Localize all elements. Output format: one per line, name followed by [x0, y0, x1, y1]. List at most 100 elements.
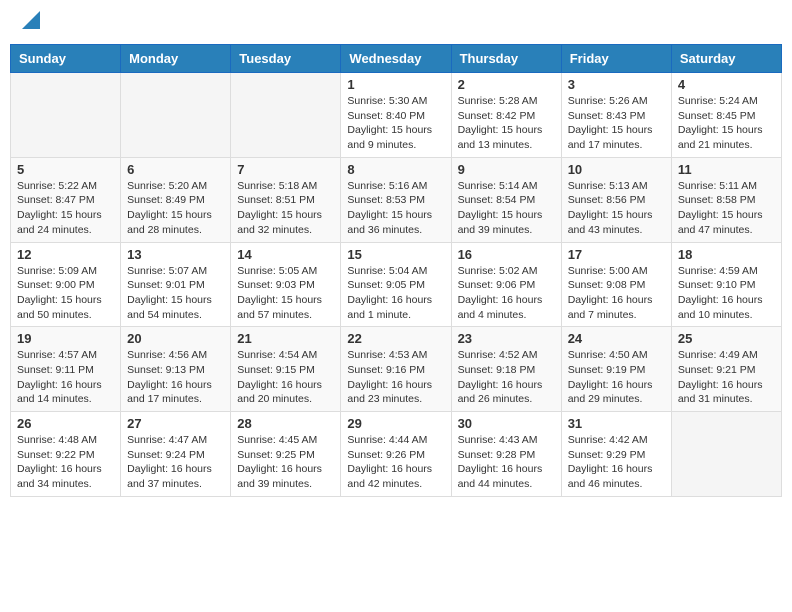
day-number: 6	[127, 162, 224, 177]
day-info: Sunrise: 4:50 AM Sunset: 9:19 PM Dayligh…	[568, 348, 665, 407]
day-info: Sunrise: 4:48 AM Sunset: 9:22 PM Dayligh…	[17, 433, 114, 492]
column-header-thursday: Thursday	[451, 45, 561, 73]
logo	[20, 15, 40, 29]
day-info: Sunrise: 5:02 AM Sunset: 9:06 PM Dayligh…	[458, 264, 555, 323]
calendar-cell: 3 Sunrise: 5:26 AM Sunset: 8:43 PM Daylig…	[561, 73, 671, 158]
day-info: Sunrise: 5:22 AM Sunset: 8:47 PM Dayligh…	[17, 179, 114, 238]
day-number: 3	[568, 77, 665, 92]
calendar-cell: 2 Sunrise: 5:28 AM Sunset: 8:42 PM Daylig…	[451, 73, 561, 158]
day-number: 24	[568, 331, 665, 346]
day-info: Sunrise: 4:57 AM Sunset: 9:11 PM Dayligh…	[17, 348, 114, 407]
day-number: 4	[678, 77, 775, 92]
day-number: 10	[568, 162, 665, 177]
calendar-week-row: 5 Sunrise: 5:22 AM Sunset: 8:47 PM Daylig…	[11, 157, 782, 242]
day-number: 27	[127, 416, 224, 431]
day-info: Sunrise: 5:04 AM Sunset: 9:05 PM Dayligh…	[347, 264, 444, 323]
day-number: 26	[17, 416, 114, 431]
day-number: 18	[678, 247, 775, 262]
day-info: Sunrise: 5:24 AM Sunset: 8:45 PM Dayligh…	[678, 94, 775, 153]
day-number: 14	[237, 247, 334, 262]
day-info: Sunrise: 5:26 AM Sunset: 8:43 PM Dayligh…	[568, 94, 665, 153]
calendar-cell	[121, 73, 231, 158]
calendar-cell: 15 Sunrise: 5:04 AM Sunset: 9:05 PM Dayli…	[341, 242, 451, 327]
calendar-cell: 9Sunrise: 5:14 AM Sunset: 8:54 PM Daylig…	[451, 157, 561, 242]
calendar-cell: 26 Sunrise: 4:48 AM Sunset: 9:22 PM Dayli…	[11, 412, 121, 497]
day-number: 20	[127, 331, 224, 346]
day-info: Sunrise: 5:28 AM Sunset: 8:42 PM Dayligh…	[458, 94, 555, 153]
day-info: Sunrise: 4:45 AM Sunset: 9:25 PM Dayligh…	[237, 433, 334, 492]
calendar-cell: 23 Sunrise: 4:52 AM Sunset: 9:18 PM Dayli…	[451, 327, 561, 412]
calendar-week-row: 1 Sunrise: 5:30 AM Sunset: 8:40 PM Daylig…	[11, 73, 782, 158]
calendar-cell: 19Sunrise: 4:57 AM Sunset: 9:11 PM Dayli…	[11, 327, 121, 412]
day-number: 1	[347, 77, 444, 92]
calendar-cell: 21Sunrise: 4:54 AM Sunset: 9:15 PM Dayli…	[231, 327, 341, 412]
day-info: Sunrise: 4:52 AM Sunset: 9:18 PM Dayligh…	[458, 348, 555, 407]
day-info: Sunrise: 4:59 AM Sunset: 9:10 PM Dayligh…	[678, 264, 775, 323]
column-header-saturday: Saturday	[671, 45, 781, 73]
calendar-cell: 10 Sunrise: 5:13 AM Sunset: 8:56 PM Dayli…	[561, 157, 671, 242]
column-header-friday: Friday	[561, 45, 671, 73]
calendar-week-row: 19Sunrise: 4:57 AM Sunset: 9:11 PM Dayli…	[11, 327, 782, 412]
day-info: Sunrise: 4:56 AM Sunset: 9:13 PM Dayligh…	[127, 348, 224, 407]
page-header	[10, 10, 782, 34]
calendar-cell: 18 Sunrise: 4:59 AM Sunset: 9:10 PM Dayli…	[671, 242, 781, 327]
calendar-cell: 11Sunrise: 5:11 AM Sunset: 8:58 PM Dayli…	[671, 157, 781, 242]
day-info: Sunrise: 5:05 AM Sunset: 9:03 PM Dayligh…	[237, 264, 334, 323]
calendar-cell: 16 Sunrise: 5:02 AM Sunset: 9:06 PM Dayli…	[451, 242, 561, 327]
day-number: 11	[678, 162, 775, 177]
day-number: 5	[17, 162, 114, 177]
day-number: 17	[568, 247, 665, 262]
day-info: Sunrise: 5:30 AM Sunset: 8:40 PM Dayligh…	[347, 94, 444, 153]
column-header-monday: Monday	[121, 45, 231, 73]
day-info: Sunrise: 4:49 AM Sunset: 9:21 PM Dayligh…	[678, 348, 775, 407]
day-number: 15	[347, 247, 444, 262]
day-info: Sunrise: 5:18 AM Sunset: 8:51 PM Dayligh…	[237, 179, 334, 238]
calendar-cell: 7 Sunrise: 5:18 AM Sunset: 8:51 PM Daylig…	[231, 157, 341, 242]
calendar-cell: 5 Sunrise: 5:22 AM Sunset: 8:47 PM Daylig…	[11, 157, 121, 242]
day-info: Sunrise: 4:54 AM Sunset: 9:15 PM Dayligh…	[237, 348, 334, 407]
day-info: Sunrise: 5:00 AM Sunset: 9:08 PM Dayligh…	[568, 264, 665, 323]
day-info: Sunrise: 5:16 AM Sunset: 8:53 PM Dayligh…	[347, 179, 444, 238]
calendar-cell: 25 Sunrise: 4:49 AM Sunset: 9:21 PM Dayli…	[671, 327, 781, 412]
calendar-cell: 22 Sunrise: 4:53 AM Sunset: 9:16 PM Dayli…	[341, 327, 451, 412]
day-info: Sunrise: 4:43 AM Sunset: 9:28 PM Dayligh…	[458, 433, 555, 492]
day-number: 23	[458, 331, 555, 346]
day-number: 31	[568, 416, 665, 431]
column-header-sunday: Sunday	[11, 45, 121, 73]
calendar-cell: 29Sunrise: 4:44 AM Sunset: 9:26 PM Dayli…	[341, 412, 451, 497]
day-info: Sunrise: 4:42 AM Sunset: 9:29 PM Dayligh…	[568, 433, 665, 492]
day-number: 7	[237, 162, 334, 177]
calendar-cell: 1 Sunrise: 5:30 AM Sunset: 8:40 PM Daylig…	[341, 73, 451, 158]
day-info: Sunrise: 5:13 AM Sunset: 8:56 PM Dayligh…	[568, 179, 665, 238]
calendar-cell	[231, 73, 341, 158]
day-info: Sunrise: 4:53 AM Sunset: 9:16 PM Dayligh…	[347, 348, 444, 407]
day-number: 25	[678, 331, 775, 346]
day-number: 30	[458, 416, 555, 431]
calendar-cell: 30 Sunrise: 4:43 AM Sunset: 9:28 PM Dayli…	[451, 412, 561, 497]
day-number: 12	[17, 247, 114, 262]
day-number: 16	[458, 247, 555, 262]
calendar-cell: 13 Sunrise: 5:07 AM Sunset: 9:01 PM Dayli…	[121, 242, 231, 327]
calendar-cell: 4 Sunrise: 5:24 AM Sunset: 8:45 PM Daylig…	[671, 73, 781, 158]
day-info: Sunrise: 5:09 AM Sunset: 9:00 PM Dayligh…	[17, 264, 114, 323]
day-info: Sunrise: 5:20 AM Sunset: 8:49 PM Dayligh…	[127, 179, 224, 238]
day-info: Sunrise: 5:07 AM Sunset: 9:01 PM Dayligh…	[127, 264, 224, 323]
calendar-cell: 8Sunrise: 5:16 AM Sunset: 8:53 PM Daylig…	[341, 157, 451, 242]
calendar-cell	[11, 73, 121, 158]
day-number: 13	[127, 247, 224, 262]
column-header-tuesday: Tuesday	[231, 45, 341, 73]
calendar-cell: 14 Sunrise: 5:05 AM Sunset: 9:03 PM Dayli…	[231, 242, 341, 327]
calendar-header-row: SundayMondayTuesdayWednesdayThursdayFrid…	[11, 45, 782, 73]
calendar-cell: 12 Sunrise: 5:09 AM Sunset: 9:00 PM Dayli…	[11, 242, 121, 327]
calendar-cell: 28 Sunrise: 4:45 AM Sunset: 9:25 PM Dayli…	[231, 412, 341, 497]
calendar-week-row: 26 Sunrise: 4:48 AM Sunset: 9:22 PM Dayli…	[11, 412, 782, 497]
day-number: 2	[458, 77, 555, 92]
calendar-cell: 6 Sunrise: 5:20 AM Sunset: 8:49 PM Daylig…	[121, 157, 231, 242]
logo-triangle-icon	[22, 11, 40, 29]
day-number: 28	[237, 416, 334, 431]
day-info: Sunrise: 4:47 AM Sunset: 9:24 PM Dayligh…	[127, 433, 224, 492]
calendar-table: SundayMondayTuesdayWednesdayThursdayFrid…	[10, 44, 782, 497]
calendar-cell: 20 Sunrise: 4:56 AM Sunset: 9:13 PM Dayli…	[121, 327, 231, 412]
day-number: 22	[347, 331, 444, 346]
calendar-cell: 27 Sunrise: 4:47 AM Sunset: 9:24 PM Dayli…	[121, 412, 231, 497]
